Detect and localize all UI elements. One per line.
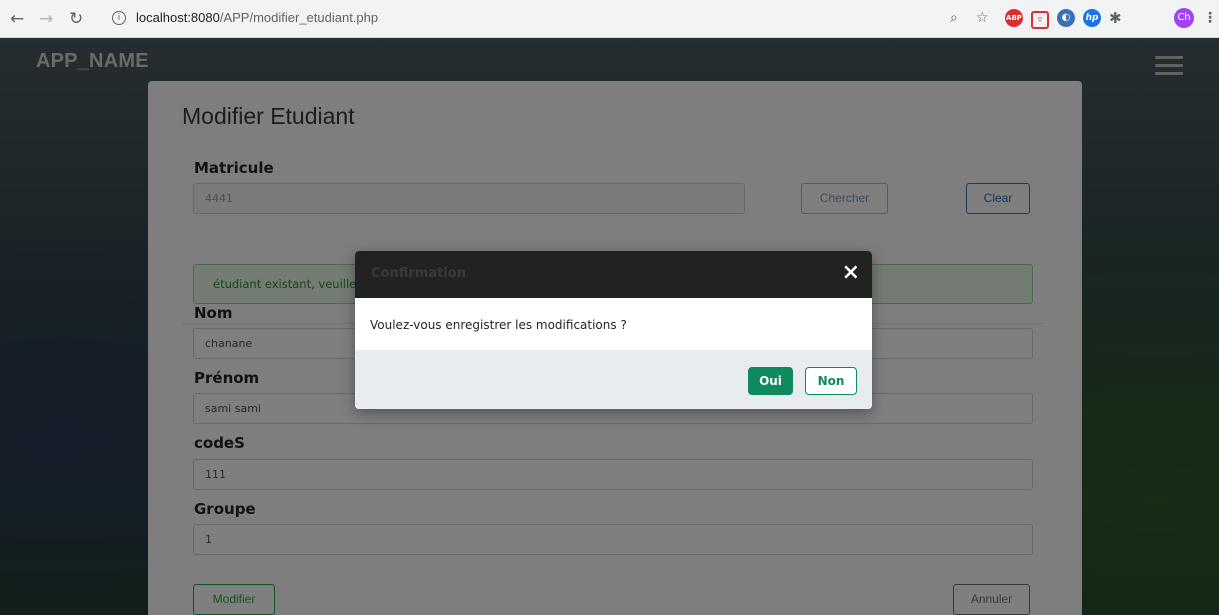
- extension-icon[interactable]: ◐: [1057, 9, 1075, 27]
- bookmark-star-icon[interactable]: ☆: [976, 9, 989, 27]
- adblock-icon[interactable]: ABP: [1005, 9, 1023, 27]
- confirmation-modal: Confirmation × Voulez-vous enregistrer l…: [355, 251, 872, 409]
- confirm-no-button[interactable]: Non: [805, 367, 857, 395]
- confirm-yes-button[interactable]: Oui: [748, 367, 793, 395]
- address-bar[interactable]: i localhost:8080/APP/modifier_etudiant.p…: [104, 5, 1114, 32]
- reload-icon[interactable]: ↻: [69, 9, 83, 29]
- puzzle-icon[interactable]: ✱: [1109, 9, 1122, 27]
- browser-toolbar: ← → ↻ i localhost:8080/APP/modifier_etud…: [0, 0, 1219, 38]
- url-text[interactable]: localhost:8080/APP/modifier_etudiant.php: [136, 10, 378, 25]
- modal-header: Confirmation ×: [355, 251, 872, 298]
- menu-kebab-icon[interactable]: ⋮: [1203, 9, 1217, 27]
- zoom-icon[interactable]: ⌕: [950, 9, 958, 27]
- profile-avatar[interactable]: Ch: [1174, 8, 1194, 28]
- info-icon[interactable]: i: [112, 11, 126, 25]
- back-arrow-icon[interactable]: ←: [10, 9, 24, 29]
- close-icon[interactable]: ×: [842, 261, 860, 285]
- hp-icon[interactable]: hp: [1083, 9, 1101, 27]
- forward-arrow-icon[interactable]: →: [39, 9, 53, 29]
- modal-body: Voulez-vous enregistrer les modification…: [355, 298, 872, 350]
- modal-title: Confirmation: [371, 266, 466, 281]
- pocket-icon[interactable]: ▿: [1031, 11, 1049, 29]
- modal-message: Voulez-vous enregistrer les modification…: [370, 318, 627, 332]
- modal-footer: Oui Non: [355, 350, 872, 409]
